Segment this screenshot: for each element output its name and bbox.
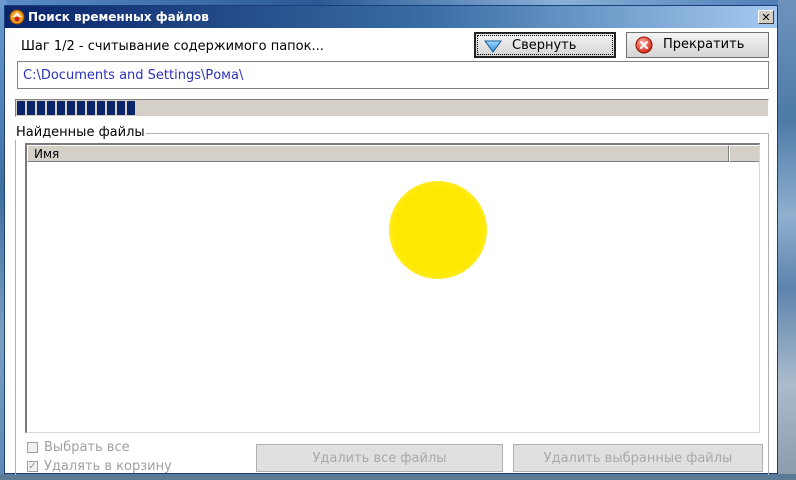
close-icon: ✕ [761, 10, 771, 24]
select-all-checkbox-box[interactable] [27, 441, 38, 453]
minimize-button-label: Свернуть [512, 38, 577, 53]
minimize-button[interactable]: Свернуть [474, 32, 616, 58]
triangle-down-icon [484, 40, 502, 53]
stop-icon [635, 36, 653, 54]
column-header-name-label: Имя [34, 147, 60, 161]
recycle-checkbox[interactable]: ✓ Удалять в корзину [27, 458, 172, 474]
cursor-highlight-dot [389, 181, 487, 279]
stop-button-label: Прекратить [663, 37, 745, 52]
step-status-label: Шаг 1/2 - считывание содержимого папок..… [21, 39, 324, 54]
delete-selected-button-label: Удалить выбранные файлы [543, 450, 733, 466]
current-path-field: C:\Documents and Settings\Рома\ [17, 61, 769, 89]
temp-files-search-dialog: Поиск временных файлов ✕ Шаг 1/2 - считы… [4, 5, 778, 475]
delete-all-button-label: Удалить все файлы [312, 450, 447, 466]
desktop-background-right [778, 0, 796, 480]
select-all-checkbox[interactable]: Выбрать все [27, 439, 130, 455]
close-button[interactable]: ✕ [758, 10, 774, 24]
found-files-list[interactable]: Имя [25, 143, 760, 433]
select-all-label: Выбрать все [44, 439, 130, 455]
column-header-name[interactable]: Имя [27, 145, 729, 162]
stop-button[interactable]: Прекратить [626, 32, 769, 58]
delete-selected-button[interactable]: Удалить выбранные файлы [513, 444, 763, 472]
delete-all-button[interactable]: Удалить все файлы [256, 444, 503, 472]
window-title: Поиск временных файлов [28, 10, 209, 24]
title-bar[interactable]: Поиск временных файлов ✕ [5, 6, 777, 28]
app-icon [9, 9, 25, 25]
recycle-checkbox-box[interactable]: ✓ [27, 460, 38, 472]
progress-bar [15, 99, 769, 117]
column-header-filler [729, 145, 759, 162]
progress-bar-fill [17, 101, 137, 115]
current-path-text: C:\Documents and Settings\Рома\ [23, 68, 244, 83]
found-files-group-label: Найденные файлы [15, 125, 146, 140]
recycle-label: Удалять в корзину [44, 458, 172, 474]
